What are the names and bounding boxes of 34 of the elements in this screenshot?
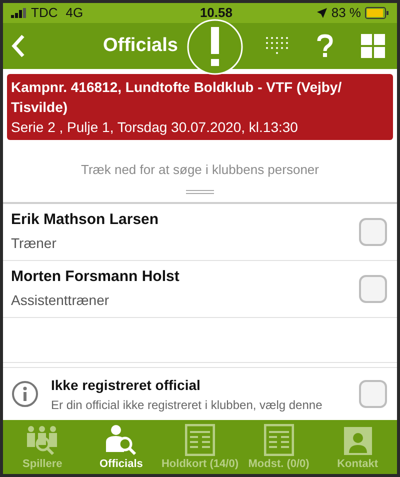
clock: 10.58 xyxy=(198,4,232,22)
battery-percent: 83 % xyxy=(331,4,361,22)
alert-icon[interactable] xyxy=(185,17,245,77)
document-icon xyxy=(184,424,215,456)
official-name: Erik Mathson Larsen xyxy=(11,210,160,230)
official-name: Morten Forsmann Holst xyxy=(11,267,180,288)
drag-handle[interactable] xyxy=(186,190,214,194)
carrier-label: TDC xyxy=(31,4,58,22)
grid-icon[interactable] xyxy=(361,34,385,58)
checkbox[interactable] xyxy=(359,380,387,408)
official-role: Træner xyxy=(11,234,58,253)
page-title: Officials xyxy=(103,34,178,58)
unregistered-title: Ikke registreret official xyxy=(51,376,202,395)
pull-hint: Træk ned for at søge i klubbens personer xyxy=(81,161,319,179)
tab[interactable]: Officials xyxy=(82,424,161,472)
tab[interactable]: Holdkort (14/0) xyxy=(160,424,240,472)
match-details: Serie 2 , Pulje 1, Torsdag 30.07.2020, kl.13:30 xyxy=(11,118,299,137)
tab[interactable]: Spillere xyxy=(3,424,82,472)
match-title: Kampnr. 416812, Lundtofte Boldklub - VTF (Vejby/ Tisvilde) xyxy=(11,78,343,117)
unregistered-description: Er din official ikke registreret i klubben, vælg denne xyxy=(51,396,324,414)
keypad-icon[interactable] xyxy=(265,36,289,56)
battery-icon xyxy=(365,7,389,19)
tab[interactable]: Modst. (0/0) xyxy=(239,424,318,472)
tab[interactable]: Kontakt xyxy=(318,424,397,472)
checkbox[interactable] xyxy=(359,218,387,246)
help-icon[interactable] xyxy=(317,34,333,58)
location-arrow-icon xyxy=(317,8,328,18)
official-role: Assistenttræner xyxy=(11,290,110,310)
document-icon xyxy=(264,424,294,456)
network-label: 4G xyxy=(66,4,84,22)
signal-icon xyxy=(11,8,27,18)
info-icon xyxy=(11,380,39,408)
checkbox[interactable] xyxy=(359,274,387,302)
back-icon[interactable] xyxy=(11,34,25,58)
